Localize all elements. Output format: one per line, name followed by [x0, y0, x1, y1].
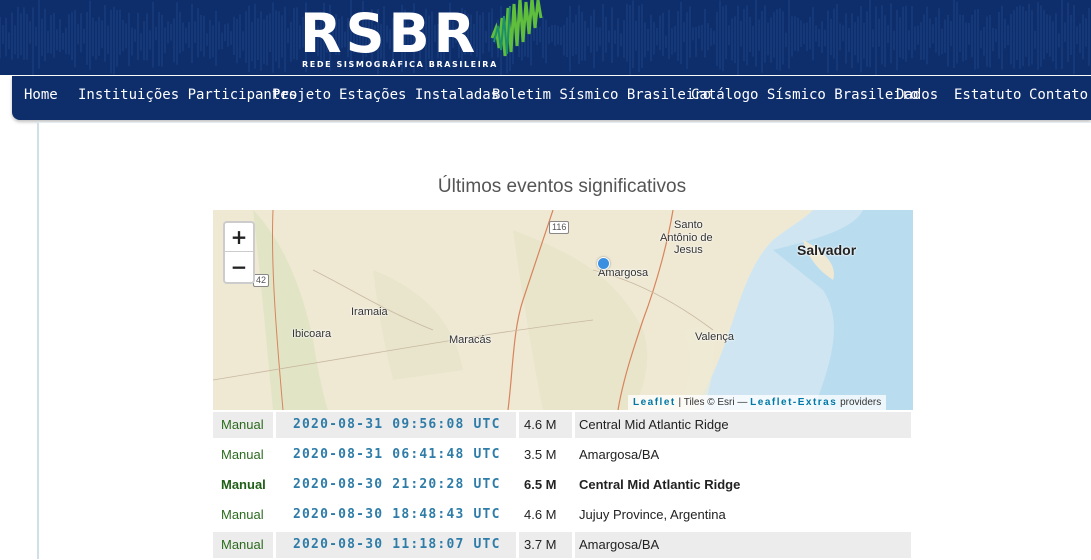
- map-label-salvador: Salvador: [797, 242, 857, 258]
- event-row[interactable]: Manual 2020-08-31 06:41:48 UTC 3.5 M Ama…: [213, 440, 913, 470]
- event-row[interactable]: Manual 2020-08-31 09:56:08 UTC 4.6 M Cen…: [213, 410, 913, 440]
- map-label-valenca: Valença: [695, 331, 734, 343]
- logo-title: RSBR: [300, 2, 480, 65]
- seismic-wave-logo-icon: [490, 0, 543, 57]
- event-row[interactable]: Manual 2020-08-30 18:48:43 UTC 4.6 M Juj…: [213, 500, 913, 530]
- event-magnitude: 3.7 M: [519, 532, 572, 558]
- route-116-shield: 116: [549, 221, 570, 234]
- nav-estatuto[interactable]: Estatuto: [954, 87, 1021, 103]
- map-label-santo-antonio-3: Jesus: [674, 244, 703, 256]
- map-label-santo-antonio-2: Antônio de: [660, 232, 713, 244]
- nav-estacoes[interactable]: Estações Instaladas: [339, 87, 499, 103]
- event-place: Amargosa/BA: [579, 447, 660, 462]
- event-magnitude: 3.5 M: [524, 447, 557, 462]
- map-attribution: Leaflet | Tiles © Esri — Leaflet-Extras …: [628, 395, 887, 410]
- events-map[interactable]: Salvador Santo Antônio de Jesus Amargosa…: [213, 210, 913, 410]
- event-row[interactable]: Manual 2020-08-30 11:18:07 UTC 3.7 M Ama…: [213, 530, 913, 560]
- event-datetime[interactable]: 2020-08-30 18:48:43 UTC: [276, 502, 516, 528]
- section-title: Últimos eventos significativos: [437, 176, 687, 197]
- event-type: Manual: [221, 477, 266, 492]
- header-banner: RSBR REDE SISMOGRÁFICA BRASILEIRA: [0, 0, 1091, 75]
- event-datetime[interactable]: 2020-08-30 21:20:28 UTC: [276, 472, 516, 498]
- nav-projeto[interactable]: Projeto: [272, 87, 331, 103]
- logo-subtitle: REDE SISMOGRÁFICA BRASILEIRA: [302, 60, 498, 69]
- route-42-shield: 42: [253, 274, 270, 287]
- event-place: Central Mid Atlantic Ridge: [579, 477, 741, 492]
- event-datetime[interactable]: 2020-08-31 09:56:08 UTC: [276, 412, 516, 438]
- map-label-iramaia: Iramaia: [351, 306, 388, 318]
- event-magnitude: 4.6 M: [519, 412, 572, 438]
- nav-dados[interactable]: Dados: [896, 87, 938, 103]
- nav-home[interactable]: Home: [24, 87, 58, 103]
- map-label-santo-antonio-1: Santo: [674, 219, 703, 231]
- main-nav: Home Instituições Participantes Projeto …: [12, 76, 1091, 120]
- zoom-out-button[interactable]: −: [225, 253, 253, 282]
- earthquake-marker[interactable]: [597, 257, 610, 270]
- zoom-in-button[interactable]: +: [225, 223, 253, 252]
- map-label-maracas: Maracás: [449, 334, 492, 346]
- event-place: Central Mid Atlantic Ridge: [575, 412, 911, 438]
- nav-contato[interactable]: Contato: [1029, 87, 1088, 103]
- map-tiles: [213, 210, 913, 410]
- events-table: Manual 2020-08-31 09:56:08 UTC 4.6 M Cen…: [213, 410, 913, 560]
- event-row[interactable]: Manual 2020-08-30 21:20:28 UTC 6.5 M Cen…: [213, 470, 913, 500]
- event-magnitude: 6.5 M: [524, 477, 557, 492]
- nav-instituicoes[interactable]: Instituições Participantes: [78, 87, 297, 103]
- nav-catalogo[interactable]: Catálogo Sísmico Brasileiro: [691, 87, 919, 103]
- rsbr-logo[interactable]: RSBR REDE SISMOGRÁFICA BRASILEIRA: [300, 0, 550, 74]
- leaflet-extras-link[interactable]: Leaflet-Extras: [750, 397, 837, 408]
- event-magnitude: 4.6 M: [524, 507, 557, 522]
- event-place: Jujuy Province, Argentina: [579, 507, 726, 522]
- event-type: Manual: [213, 412, 273, 438]
- nav-boletim[interactable]: Boletim Sísmico Brasileiro: [492, 87, 711, 103]
- map-label-ibicoara: Ibicoara: [292, 328, 332, 340]
- event-type: Manual: [221, 507, 264, 522]
- leaflet-link[interactable]: Leaflet: [633, 397, 676, 408]
- event-type: Manual: [213, 532, 273, 558]
- event-datetime[interactable]: 2020-08-31 06:41:48 UTC: [276, 442, 516, 468]
- event-type: Manual: [221, 447, 264, 462]
- event-place: Amargosa/BA: [575, 532, 911, 558]
- event-datetime[interactable]: 2020-08-30 11:18:07 UTC: [276, 532, 516, 558]
- map-zoom-control: + −: [223, 221, 255, 284]
- tiles-credit: | Tiles © Esri —: [678, 397, 748, 408]
- providers-text: providers: [840, 397, 882, 408]
